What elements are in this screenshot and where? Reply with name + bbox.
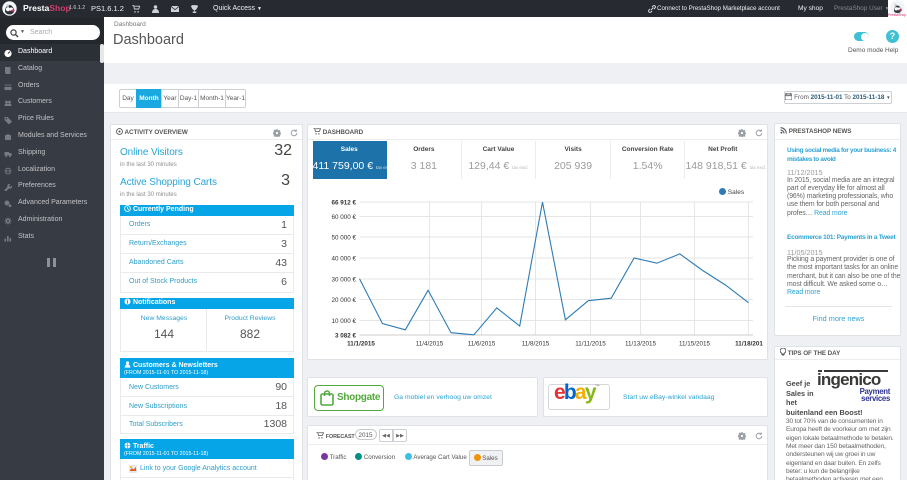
svg-text:60 000 €: 60 000 €	[331, 214, 356, 221]
svg-text:20 000 €: 20 000 €	[331, 297, 356, 304]
svg-text:11/15/2015: 11/15/2015	[679, 341, 711, 348]
svg-text:10 000 €: 10 000 €	[331, 318, 356, 325]
svg-text:11/8/2015: 11/8/2015	[522, 341, 550, 348]
svg-text:11/6/2015: 11/6/2015	[468, 341, 496, 348]
svg-text:11/4/2015: 11/4/2015	[416, 341, 444, 348]
svg-text:3 082 €: 3 082 €	[335, 333, 357, 340]
svg-text:66 912 €: 66 912 €	[331, 200, 356, 207]
svg-text:40 000 €: 40 000 €	[331, 256, 356, 263]
svg-text:11/11/2015: 11/11/2015	[575, 341, 606, 348]
svg-text:11/18/201: 11/18/201	[735, 341, 763, 348]
svg-text:30 000 €: 30 000 €	[331, 277, 356, 284]
svg-text:11/13/2015: 11/13/2015	[625, 341, 657, 348]
svg-text:11/1/2015: 11/1/2015	[347, 341, 375, 348]
svg-text:50 000 €: 50 000 €	[331, 235, 356, 242]
